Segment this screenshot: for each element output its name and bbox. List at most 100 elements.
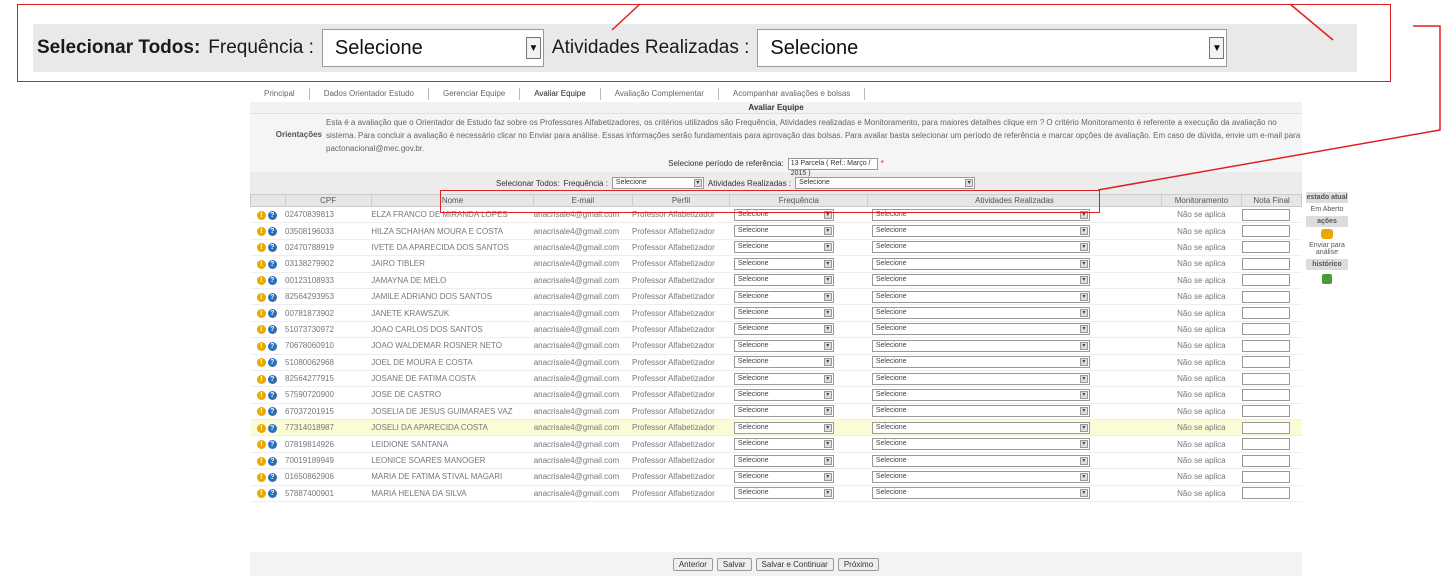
exclamation-circle-icon[interactable]: ! [256,210,266,220]
frequency-select[interactable]: Selecione ▾ [733,290,834,303]
activities-select[interactable]: Selecione ▾ [871,225,1090,238]
frequency-select[interactable]: Selecione ▾ [733,274,834,287]
tab-avalia-o-complementar[interactable]: Avaliação Complementar [601,88,719,100]
activities-select[interactable]: Selecione ▾ [871,454,1090,467]
activities-select[interactable]: Selecione ▾ [871,323,1090,336]
exclamation-circle-icon[interactable]: ! [256,423,266,433]
frequency-select[interactable]: Selecione ▾ [733,339,834,352]
final-grade-input[interactable] [1241,257,1290,270]
frequency-select[interactable]: Selecione ▾ [733,421,834,434]
activities-select[interactable]: Selecione ▾ [871,307,1090,320]
question-circle-icon[interactable]: ? [267,358,277,368]
select-all-frequency-select[interactable]: Selecione ▾ [611,177,704,189]
exclamation-circle-icon[interactable]: ! [256,309,266,319]
exclamation-circle-icon[interactable]: ! [256,227,266,237]
frequency-select[interactable]: Selecione ▾ [733,372,834,385]
activities-select[interactable]: Selecione ▾ [871,274,1090,287]
question-circle-icon[interactable]: ? [267,472,277,482]
final-grade-input[interactable] [1241,372,1290,385]
exclamation-circle-icon[interactable]: ! [256,243,266,253]
final-grade-input[interactable] [1241,438,1290,451]
tab-avaliar-equipe[interactable]: Avaliar Equipe [520,88,601,100]
final-grade-input[interactable] [1241,388,1290,401]
activities-select[interactable]: Selecione ▾ [871,290,1090,303]
activities-select[interactable]: Selecione ▾ [871,438,1090,451]
frequency-select[interactable]: Selecione ▾ [733,257,834,270]
frequency-select[interactable]: Selecione ▾ [733,225,834,238]
final-grade-input[interactable] [1241,225,1290,238]
exclamation-circle-icon[interactable]: ! [256,440,266,450]
frequency-select[interactable]: Selecione ▾ [733,241,834,254]
exclamation-circle-icon[interactable]: ! [256,259,266,269]
activities-select[interactable]: Selecione ▾ [871,405,1090,418]
question-circle-icon[interactable]: ? [267,227,277,237]
exclamation-circle-icon[interactable]: ! [256,292,266,302]
exclamation-circle-icon[interactable]: ! [256,358,266,368]
exclamation-circle-icon[interactable]: ! [256,325,266,335]
exclamation-circle-icon[interactable]: ! [256,374,266,384]
pr-ximo-button[interactable]: Próximo [837,557,880,571]
question-circle-icon[interactable]: ? [267,407,277,417]
question-circle-icon[interactable]: ? [267,309,277,319]
final-grade-input[interactable] [1241,454,1290,467]
exclamation-circle-icon[interactable]: ! [256,472,266,482]
activities-select[interactable]: Selecione ▾ [871,356,1090,369]
question-circle-icon[interactable]: ? [267,341,277,351]
final-grade-input[interactable] [1241,290,1290,303]
period-select[interactable]: 13 Parcela ( Ref.: Março / 2015 ) [787,157,878,177]
question-circle-icon[interactable]: ? [267,440,277,450]
activities-select[interactable]: Selecione ▾ [871,241,1090,254]
activities-select[interactable]: Selecione ▾ [871,487,1090,500]
exclamation-circle-icon[interactable]: ! [256,390,266,400]
final-grade-input[interactable] [1241,470,1290,483]
question-circle-icon[interactable]: ? [267,390,277,400]
salvar-e-continuar-button[interactable]: Salvar e Continuar [755,557,834,571]
exclamation-circle-icon[interactable]: ! [256,276,266,286]
tab-dados-orientador-estudo[interactable]: Dados Orientador Estudo [310,88,429,100]
send-for-analysis-button[interactable]: Enviar para análise [1306,229,1348,259]
frequency-select[interactable]: Selecione ▾ [733,454,834,467]
history-icon[interactable] [1322,274,1332,284]
tab-gerenciar-equipe[interactable]: Gerenciar Equipe [429,88,521,100]
frequency-select[interactable]: Selecione ▾ [733,487,834,500]
final-grade-input[interactable] [1241,241,1290,254]
anterior-button[interactable]: Anterior [672,557,713,571]
salvar-button[interactable]: Salvar [716,557,752,571]
final-grade-input[interactable] [1241,356,1290,369]
final-grade-input[interactable] [1241,405,1290,418]
tab-acompanhar-avalia-es-e-bolsas[interactable]: Acompanhar avaliações e bolsas [719,88,866,100]
final-grade-input[interactable] [1241,421,1290,434]
final-grade-input[interactable] [1241,323,1290,336]
exclamation-circle-icon[interactable]: ! [256,456,266,466]
question-circle-icon[interactable]: ? [267,210,277,220]
activities-select[interactable]: Selecione ▾ [871,372,1090,385]
select-all-activities-select[interactable]: Selecione ▾ [795,177,976,189]
question-circle-icon[interactable]: ? [267,292,277,302]
frequency-select[interactable]: Selecione ▾ [733,388,834,401]
final-grade-input[interactable] [1241,307,1290,320]
activities-select[interactable]: Selecione ▾ [871,470,1090,483]
frequency-select[interactable]: Selecione ▾ [733,323,834,336]
question-circle-icon[interactable]: ? [267,243,277,253]
question-circle-icon[interactable]: ? [267,259,277,269]
activities-select[interactable]: Selecione ▾ [871,388,1090,401]
activities-select[interactable]: Selecione ▾ [871,339,1090,352]
question-circle-icon[interactable]: ? [267,489,277,499]
frequency-select[interactable]: Selecione ▾ [733,356,834,369]
zoom-frequency-select[interactable]: Selecione ▼ [321,29,544,67]
exclamation-circle-icon[interactable]: ! [256,489,266,499]
question-circle-icon[interactable]: ? [267,276,277,286]
exclamation-circle-icon[interactable]: ! [256,341,266,351]
frequency-select[interactable]: Selecione ▾ [733,405,834,418]
question-circle-icon[interactable]: ? [267,456,277,466]
frequency-select[interactable]: Selecione ▾ [733,438,834,451]
question-circle-icon[interactable]: ? [267,374,277,384]
final-grade-input[interactable] [1241,208,1290,221]
question-circle-icon[interactable]: ? [267,325,277,335]
activities-select[interactable]: Selecione ▾ [871,257,1090,270]
frequency-select[interactable]: Selecione ▾ [733,307,834,320]
final-grade-input[interactable] [1241,339,1290,352]
activities-select[interactable]: Selecione ▾ [871,421,1090,434]
exclamation-circle-icon[interactable]: ! [256,407,266,417]
frequency-select[interactable]: Selecione ▾ [733,470,834,483]
